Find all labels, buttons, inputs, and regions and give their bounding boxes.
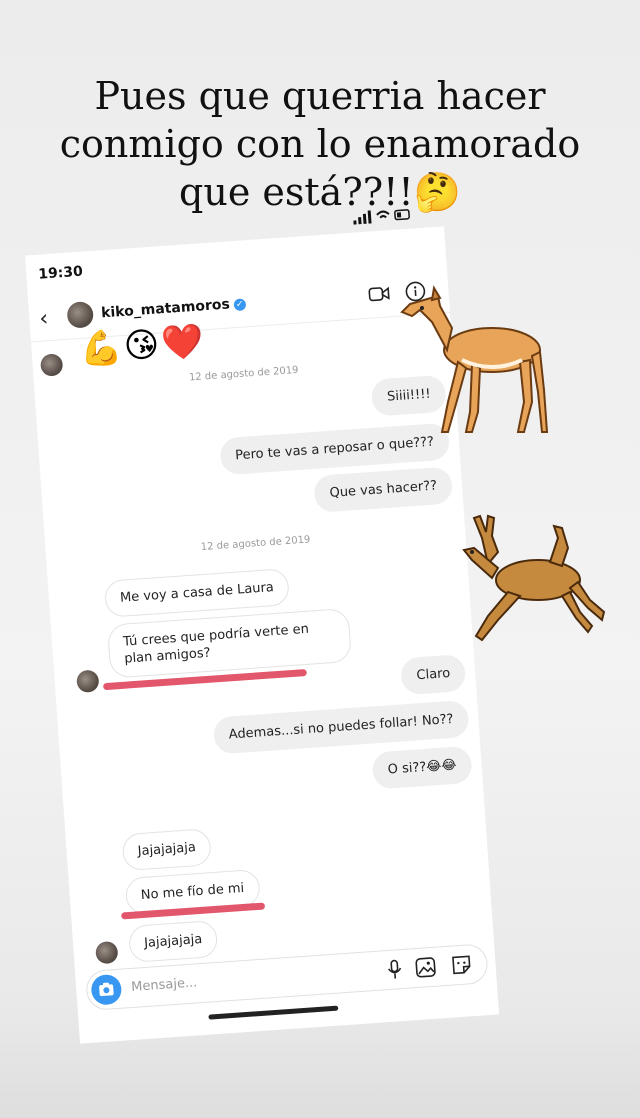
message-bubble: Tú crees que podría verte en plan amigos…	[106, 607, 353, 679]
message-bubble: Ademas...si no puedes follar! No??	[212, 699, 470, 755]
video-call-icon[interactable]	[368, 284, 391, 303]
contact-username[interactable]: kiko_matamoros ✓	[101, 295, 247, 321]
sticker-icon[interactable]	[450, 953, 473, 976]
caption-line-3: que está??!!🤔	[179, 170, 461, 214]
thinking-emoji: 🤔	[413, 170, 461, 214]
microphone-icon[interactable]	[386, 958, 403, 981]
message-bubble: O si??😂😂	[371, 745, 473, 790]
gallery-icon[interactable]	[414, 956, 437, 979]
signal-battery-icon	[353, 209, 410, 225]
message-input[interactable]: Mensaje...	[131, 975, 198, 995]
message-bubble: Jajajajaja	[121, 828, 213, 872]
caption-line-2: conmigo con lo enamorado	[59, 122, 581, 166]
camera-icon[interactable]	[90, 973, 123, 1006]
status-time: 19:30	[37, 263, 84, 283]
back-icon[interactable]: ‹	[39, 306, 50, 332]
emoji-message: 💪😘❤️	[78, 321, 207, 370]
deer-sticker	[462, 514, 606, 642]
message-avatar	[76, 669, 100, 694]
message-avatar	[39, 353, 64, 377]
home-indicator	[208, 1005, 339, 1020]
contact-avatar[interactable]	[66, 301, 95, 329]
deer-sticker	[400, 285, 549, 433]
message-bubble: Que vas hacer??	[313, 466, 454, 513]
caption-line-1: Pues que querria hacer	[94, 74, 546, 118]
message-avatar	[95, 940, 119, 965]
message-bubble: Jajajajaja	[127, 919, 219, 963]
date-separator: 12 de agosto de 2019	[200, 534, 311, 554]
message-bubble: Claro	[400, 653, 467, 696]
story-caption: Pues que querria hacer conmigo con lo en…	[30, 72, 610, 216]
message-bubble: Me voy a casa de Laura	[103, 568, 291, 618]
verified-icon: ✓	[233, 298, 247, 312]
